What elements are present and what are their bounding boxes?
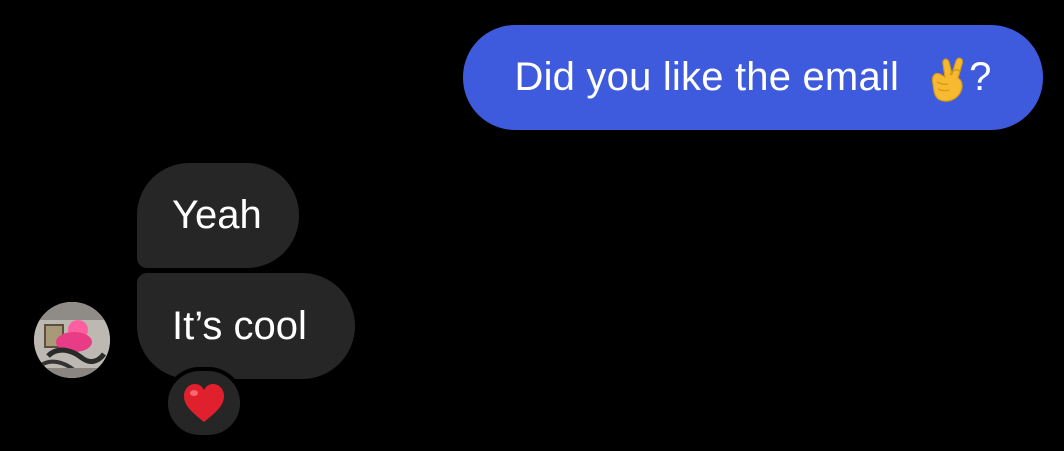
incoming-message-text: It’s cool [172,303,307,348]
outgoing-message-text: Did you like the email [514,55,900,99]
outgoing-message-punctuation: ? [969,55,992,99]
incoming-message-text: Yeah [172,193,262,237]
sender-avatar[interactable] [34,302,110,378]
crossed-fingers-emoji-icon [925,54,967,104]
red-heart-icon [184,384,224,422]
incoming-message-bubble[interactable]: Yeah [137,163,299,268]
incoming-message-bubble[interactable]: It’s cool [137,273,355,379]
reaction-badge[interactable] [164,367,244,439]
outgoing-message-bubble[interactable]: Did you like the email ? [463,25,1043,130]
